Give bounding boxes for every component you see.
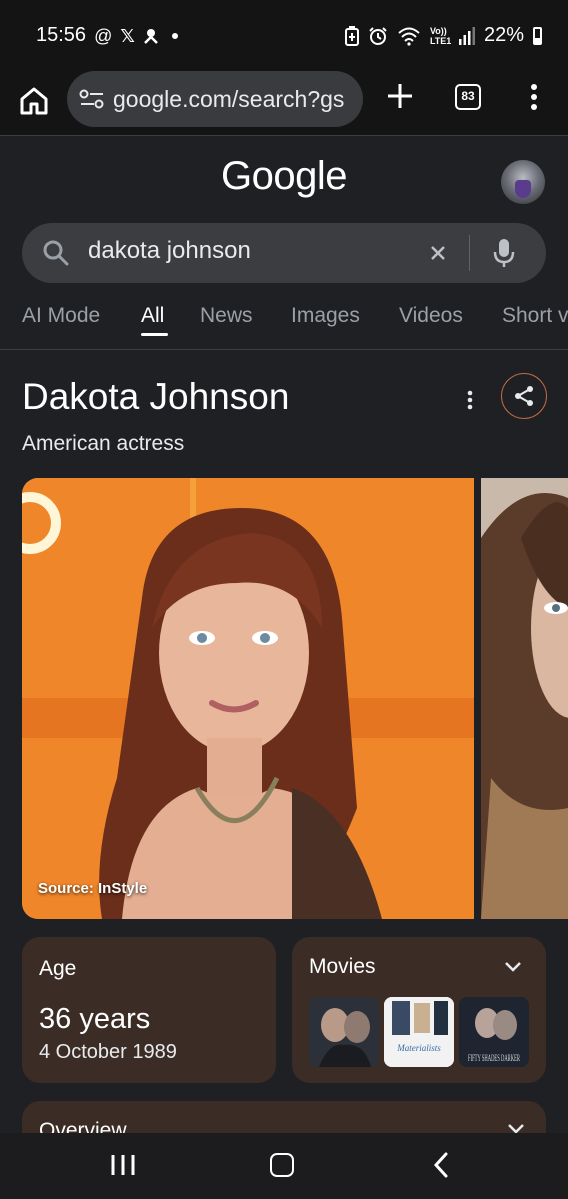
status-time: 15:56 — [36, 24, 87, 46]
movie-poster-3-art: FIFTY SHADES DARKER — [459, 997, 529, 1067]
alarm-icon — [369, 26, 387, 45]
avatar[interactable] — [501, 160, 545, 204]
system-nav-bar — [0, 1133, 568, 1199]
portrait-illustration-2 — [481, 478, 568, 919]
birth-date: 4 October 1989 — [39, 1041, 177, 1063]
image-source-label: Source: InStyle — [38, 880, 148, 897]
at-icon: @ — [94, 25, 113, 46]
home-nav-icon[interactable] — [270, 1153, 294, 1177]
chevron-down-icon[interactable] — [504, 961, 522, 973]
site-settings-icon[interactable] — [79, 88, 105, 110]
tab-switcher-button[interactable]: 83 — [455, 84, 481, 110]
url-text: google.com/search?gs — [113, 85, 345, 112]
google-logo[interactable]: Google — [0, 154, 568, 199]
address-bar[interactable]: google.com/search?gs — [67, 71, 363, 127]
age-card[interactable]: Age 36 years 4 October 1989 — [22, 937, 276, 1083]
active-tab-indicator — [141, 333, 168, 336]
search-tabs: AI Mode All News Images Videos Short v — [0, 300, 568, 350]
search-input[interactable] — [88, 237, 418, 265]
more-options-icon[interactable] — [460, 388, 480, 412]
poster-2-title: Materialists — [396, 1043, 441, 1053]
search-divider — [469, 235, 470, 271]
avatar-figure — [515, 180, 531, 198]
share-icon — [515, 386, 533, 406]
tab-count: 83 — [461, 89, 475, 103]
battery-saver-icon — [344, 25, 359, 46]
more-vert-icon[interactable] — [524, 82, 544, 112]
movie-poster-3[interactable]: FIFTY SHADES DARKER — [459, 997, 529, 1067]
back-icon[interactable] — [432, 1151, 450, 1179]
search-icon — [43, 240, 69, 266]
battery-percent: 22% — [483, 24, 524, 46]
age-value: 36 years — [39, 1003, 151, 1035]
recent-apps-icon[interactable] — [110, 1153, 136, 1177]
tab-ai-mode[interactable]: AI Mode — [22, 304, 100, 328]
secondary-photo[interactable] — [481, 478, 568, 919]
tab-videos[interactable]: Videos — [399, 304, 463, 328]
movie-poster-2[interactable]: Materialists — [384, 997, 454, 1067]
movie-poster-1[interactable] — [309, 997, 379, 1067]
dot-icon — [171, 32, 178, 39]
search-box[interactable] — [22, 223, 546, 283]
new-tab-icon[interactable] — [384, 80, 416, 112]
drone-icon — [143, 28, 158, 44]
knowledge-panel-subtitle: American actress — [22, 432, 185, 455]
share-button[interactable] — [501, 373, 547, 419]
x-logo-icon: 𝕏 — [120, 25, 135, 46]
knowledge-panel-title: Dakota Johnson — [22, 376, 290, 417]
tab-all[interactable]: All — [141, 304, 164, 328]
movies-label: Movies — [309, 955, 376, 978]
network-type-label: Vo)) LTE1 — [429, 25, 452, 46]
home-icon[interactable] — [18, 85, 50, 117]
movie-poster-2-art: Materialists — [384, 997, 454, 1067]
status-bar: 15:56 @ 𝕏 Vo)) LTE1 22% — [0, 0, 568, 68]
main-photo[interactable] — [22, 478, 474, 919]
movies-card[interactable]: Movies Materialists FIFTY SHADES DARKER — [292, 937, 546, 1083]
browser-toolbar: google.com/search?gs 83 — [0, 68, 568, 136]
mic-icon[interactable] — [492, 237, 516, 269]
tab-short-videos[interactable]: Short v — [502, 304, 568, 328]
clear-icon[interactable] — [426, 241, 450, 265]
portrait-illustration — [22, 478, 474, 919]
tab-images[interactable]: Images — [291, 304, 360, 328]
age-label: Age — [39, 957, 77, 980]
poster-3-title: FIFTY SHADES DARKER — [468, 1053, 520, 1063]
signal-icon — [458, 26, 475, 45]
tab-news[interactable]: News — [200, 304, 253, 328]
movie-poster-1-art — [309, 997, 379, 1067]
battery-icon — [533, 26, 542, 45]
wifi-icon — [398, 27, 420, 46]
